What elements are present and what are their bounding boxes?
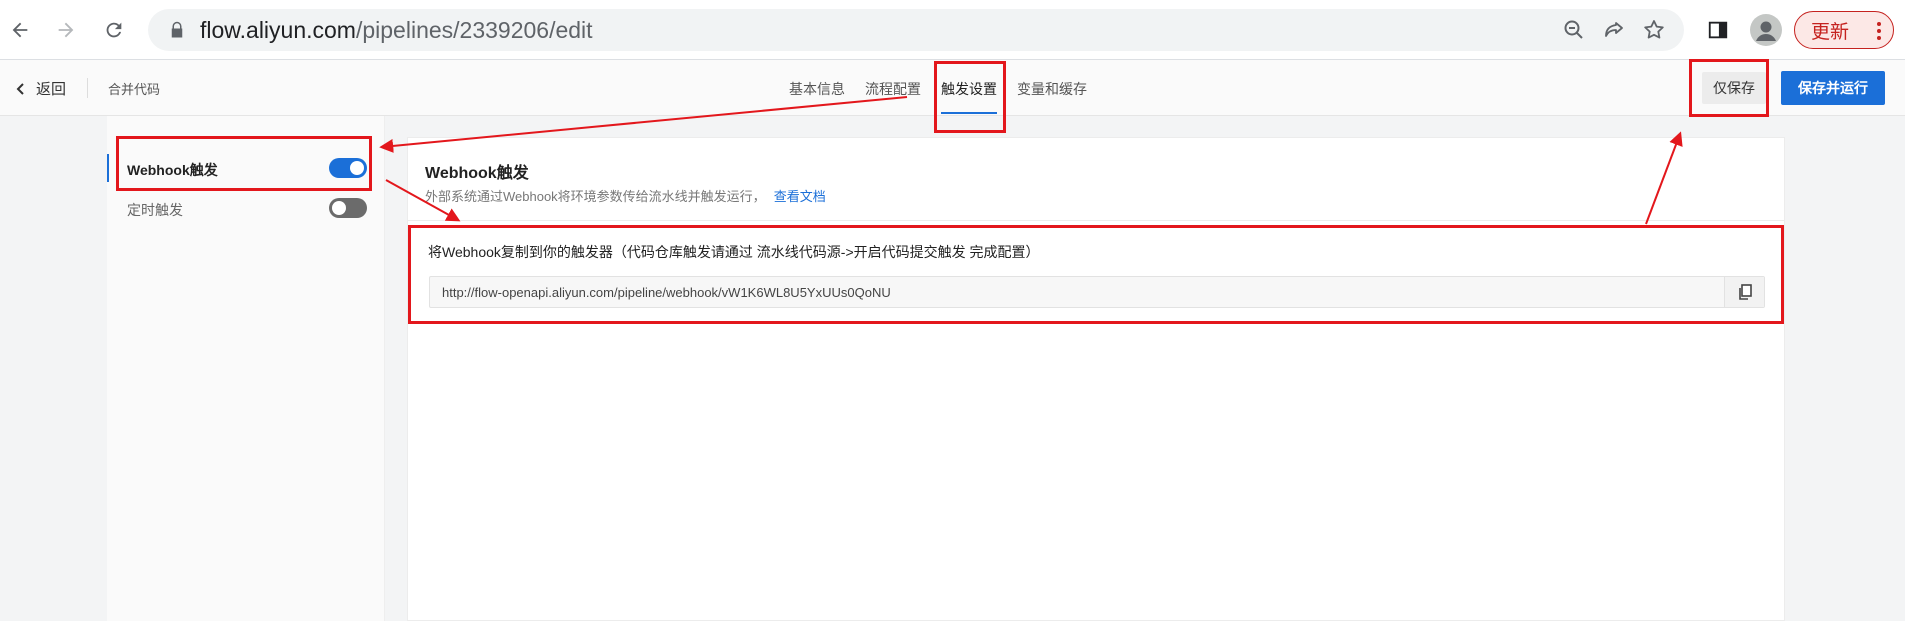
schedule-toggle[interactable] xyxy=(329,198,367,218)
toggle-knob xyxy=(350,161,364,175)
app-header: 返回 合并代码 基本信息 流程配置 触发设置 变量和缓存 仅保存 保存并运行 xyxy=(0,60,1905,116)
lock-icon[interactable] xyxy=(168,21,186,39)
webhook-panel: Webhook触发 外部系统通过Webhook将环境参数传给流水线并触发运行， 查… xyxy=(407,137,1785,621)
update-button[interactable]: 更新 xyxy=(1794,11,1894,49)
kebab-menu-icon[interactable] xyxy=(1877,21,1881,41)
address-bar[interactable]: flow.aliyun.com/pipelines/2339206/edit xyxy=(148,9,1684,51)
forward-arrow-icon[interactable] xyxy=(50,14,82,46)
tab-variables-cache[interactable]: 变量和缓存 xyxy=(1017,60,1087,116)
description-text: 外部系统通过Webhook将环境参数传给流水线并触发运行， xyxy=(425,189,766,204)
tab-basic-info[interactable]: 基本信息 xyxy=(789,60,845,116)
panel-title: Webhook触发 xyxy=(425,165,529,182)
zoom-out-icon[interactable] xyxy=(1562,18,1586,42)
divider xyxy=(87,78,88,98)
copy-instruction: 将Webhook复制到你的触发器（代码仓库触发请通过 流水线代码源->开启代码提… xyxy=(428,244,1040,260)
trigger-item-webhook[interactable]: Webhook触发 xyxy=(107,150,385,186)
panel-description: 外部系统通过Webhook将环境参数传给流水线并触发运行， 查看文档 xyxy=(425,186,826,205)
divider xyxy=(408,220,1784,221)
tab-flow-config[interactable]: 流程配置 xyxy=(865,60,921,116)
side-panel-icon[interactable] xyxy=(1702,14,1734,46)
save-only-button[interactable]: 仅保存 xyxy=(1702,72,1766,104)
webhook-toggle[interactable] xyxy=(329,158,367,178)
reload-icon[interactable] xyxy=(98,14,130,46)
back-button[interactable]: 返回 xyxy=(14,78,66,99)
share-icon[interactable] xyxy=(1602,18,1626,42)
pipeline-name: 合并代码 xyxy=(108,82,161,97)
back-label: 返回 xyxy=(36,81,67,98)
browser-toolbar: flow.aliyun.com/pipelines/2339206/edit 更… xyxy=(0,0,1905,60)
update-label: 更新 xyxy=(1811,21,1850,43)
trigger-list: Webhook触发 定时触发 xyxy=(107,116,385,621)
chevron-left-icon xyxy=(16,82,24,95)
webhook-url[interactable]: http://flow-openapi.aliyun.com/pipeline/… xyxy=(442,285,891,300)
trigger-label: 定时触发 xyxy=(127,202,183,218)
copy-button[interactable] xyxy=(1724,277,1764,307)
webhook-url-field[interactable]: http://flow-openapi.aliyun.com/pipeline/… xyxy=(429,276,1765,308)
url-text: flow.aliyun.com/pipelines/2339206/edit xyxy=(200,17,593,43)
trigger-label: Webhook触发 xyxy=(127,162,218,178)
view-docs-link[interactable]: 查看文档 xyxy=(774,189,826,204)
webhook-url-section: 将Webhook复制到你的触发器（代码仓库触发请通过 流水线代码源->开启代码提… xyxy=(410,228,1782,328)
profile-icon[interactable] xyxy=(1750,14,1782,46)
toggle-knob xyxy=(332,201,346,215)
save-and-run-button[interactable]: 保存并运行 xyxy=(1781,71,1885,105)
star-icon[interactable] xyxy=(1642,18,1666,42)
tab-trigger-settings[interactable]: 触发设置 xyxy=(941,60,997,116)
back-arrow-icon[interactable] xyxy=(4,14,36,46)
trigger-item-schedule[interactable]: 定时触发 xyxy=(107,190,385,226)
tab-bar: 基本信息 流程配置 触发设置 变量和缓存 xyxy=(789,60,1107,116)
copy-icon xyxy=(1738,284,1752,300)
